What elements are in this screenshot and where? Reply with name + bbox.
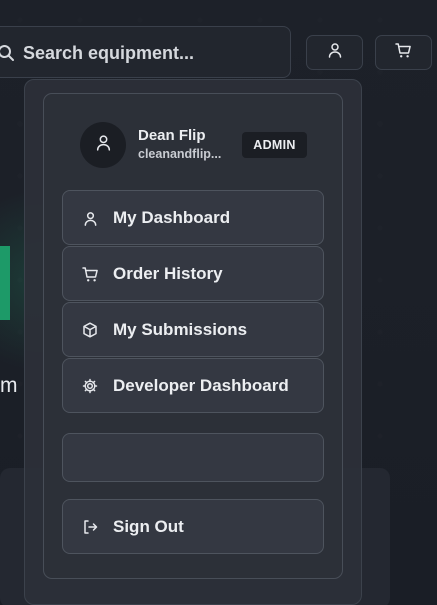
menu-item-order-history[interactable]: Order History xyxy=(62,246,324,301)
hero-button-edge[interactable] xyxy=(0,246,10,320)
user-email: cleanandflip... xyxy=(138,147,222,161)
sign-out-label: Sign Out xyxy=(113,517,184,536)
background-heading-fragment: m xyxy=(0,374,18,397)
menu-item-my-dashboard[interactable]: My Dashboard xyxy=(62,190,324,245)
user-icon xyxy=(327,42,343,63)
menu-item-label: Developer Dashboard xyxy=(113,376,289,395)
package-icon xyxy=(81,321,99,339)
search-box[interactable] xyxy=(0,26,291,78)
menu-item-empty[interactable] xyxy=(62,433,324,482)
user-icon xyxy=(81,209,99,227)
search-input[interactable] xyxy=(23,40,273,66)
menu-item-my-submissions[interactable]: My Submissions xyxy=(62,302,324,357)
user-name: Dean Flip xyxy=(138,127,206,144)
role-badge: ADMIN xyxy=(242,132,307,158)
sign-out-button[interactable]: Sign Out xyxy=(62,499,324,554)
user-icon xyxy=(95,134,112,156)
page: m Dean Flip cleanandflip... ADMIN My Das… xyxy=(0,0,437,605)
log-out-icon xyxy=(81,518,99,536)
shopping-cart-icon xyxy=(395,42,412,64)
user-menu-dropdown: Dean Flip cleanandflip... ADMIN My Dashb… xyxy=(43,93,343,579)
avatar xyxy=(80,122,126,168)
menu-item-label: My Dashboard xyxy=(113,208,231,227)
shopping-cart-icon xyxy=(81,265,99,283)
cart-button[interactable] xyxy=(375,35,432,70)
account-button[interactable] xyxy=(306,35,363,70)
search-icon xyxy=(0,44,15,62)
menu-item-label: My Submissions xyxy=(113,320,248,339)
menu-item-developer-dashboard[interactable]: Developer Dashboard xyxy=(62,358,324,413)
menu-item-label: Order History xyxy=(113,264,223,283)
gear-icon xyxy=(81,377,99,395)
